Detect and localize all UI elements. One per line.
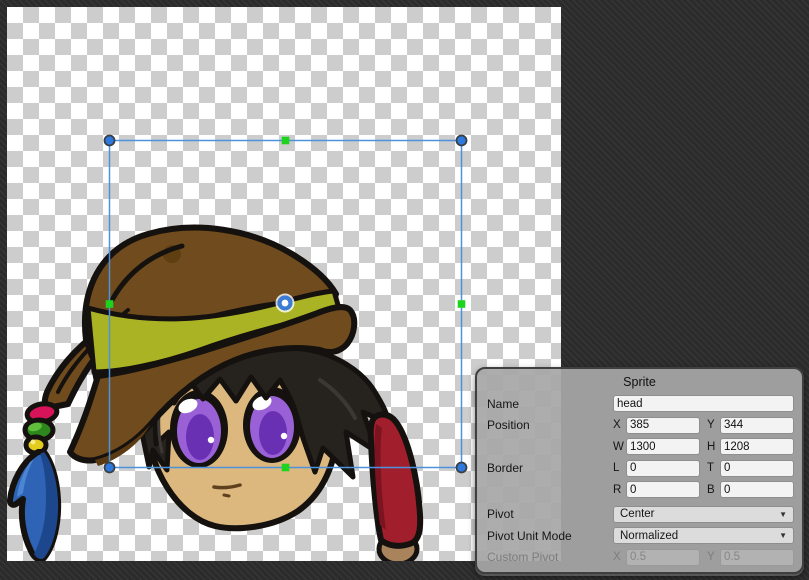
position-h-input[interactable] [720, 438, 794, 455]
border-l-label: L [613, 462, 626, 474]
border-l-input[interactable] [626, 460, 700, 477]
position-wh-row: W H [487, 436, 794, 458]
position-w-input[interactable] [626, 438, 700, 455]
border-t-label: T [707, 462, 720, 474]
position-x-label: X [613, 419, 626, 431]
selection-handle-top-left[interactable] [105, 136, 115, 146]
selection-handle-right[interactable] [458, 300, 466, 308]
position-w-label: W [613, 441, 626, 453]
border-label: Border [487, 461, 613, 475]
chin-mark [224, 495, 229, 496]
border-r-input[interactable] [626, 481, 700, 498]
position-label: Position [487, 418, 613, 432]
custom-pivot-y-label: Y [707, 551, 720, 563]
pivot-unit-mode-label: Pivot Unit Mode [487, 529, 613, 543]
name-input[interactable] [613, 395, 794, 412]
custom-pivot-y-input [720, 549, 794, 566]
sleeve-hand [371, 415, 421, 564]
border-lt-row: Border L T [487, 458, 794, 480]
pivot-unit-mode-value: Normalized [620, 530, 678, 542]
border-b-input[interactable] [720, 481, 794, 498]
selection-handle-bottom-left[interactable] [105, 463, 115, 473]
pivot-label: Pivot [487, 507, 613, 521]
dropdown-arrow-icon: ▼ [779, 510, 787, 519]
selection-handle-bottom[interactable] [282, 464, 290, 472]
position-h-label: H [707, 441, 720, 453]
custom-pivot-x-label: X [613, 551, 626, 563]
position-y-label: Y [707, 419, 720, 431]
name-label: Name [487, 397, 613, 411]
pivot-value: Center [620, 508, 655, 520]
position-xy-row: Position X Y [487, 415, 794, 437]
selection-handle-top[interactable] [282, 137, 290, 145]
custom-pivot-row: Custom Pivot X Y [487, 547, 794, 569]
position-y-input[interactable] [720, 417, 794, 434]
panel-title: Sprite [477, 369, 802, 393]
dropdown-arrow-icon: ▼ [779, 531, 787, 540]
border-r-label: R [613, 484, 626, 496]
border-rb-row: R B [487, 479, 794, 501]
selection-handle-top-right[interactable] [457, 136, 467, 146]
pivot-row: Pivot Center ▼ [487, 504, 794, 526]
pivot-unit-mode-dropdown[interactable]: Normalized ▼ [613, 527, 794, 544]
custom-pivot-x-input [626, 549, 700, 566]
sprite-editor-window: { "canvas": { "checker_light": "#FFFFFF"… [0, 0, 809, 580]
pivot-dropdown[interactable]: Center ▼ [613, 506, 794, 523]
pivot-unit-mode-row: Pivot Unit Mode Normalized ▼ [487, 525, 794, 547]
selection-handle-bottom-right[interactable] [457, 463, 467, 473]
border-t-input[interactable] [720, 460, 794, 477]
pivot-handle[interactable] [277, 295, 294, 312]
feather [10, 452, 58, 560]
selection-handle-left[interactable] [106, 300, 114, 308]
bead-tassel [25, 402, 58, 453]
position-x-input[interactable] [626, 417, 700, 434]
sprite-panel: Sprite Name Position X Y [475, 367, 804, 574]
left-eye [170, 390, 228, 468]
custom-pivot-label: Custom Pivot [487, 550, 613, 564]
name-row: Name [487, 393, 794, 415]
character-sprite [10, 228, 420, 564]
border-b-label: B [707, 484, 720, 496]
